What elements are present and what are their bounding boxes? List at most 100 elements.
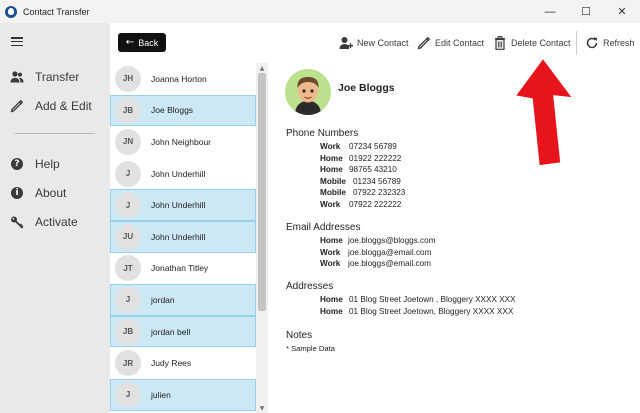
scroll-down-icon[interactable]: ▼ — [256, 403, 268, 413]
email-value: joe.blogga@email.com — [348, 247, 432, 257]
contact-row[interactable]: Jjulien — [110, 379, 256, 411]
notes-title: Notes — [286, 330, 313, 341]
phone-value: 01234 56789 — [353, 176, 401, 186]
contact-initials-avatar: JB — [115, 318, 141, 345]
sidebar-item-add-edit[interactable]: Add & Edit — [0, 93, 110, 119]
red-arrow-annotation — [513, 56, 575, 167]
avatar — [285, 69, 331, 115]
phone-value: 01922 222222 — [349, 153, 402, 163]
contact-row-name: julien — [151, 389, 171, 400]
sidebar-item-label: Add & Edit — [35, 99, 92, 113]
address-type: Home — [320, 295, 343, 304]
contact-row-name: jordan — [151, 294, 175, 305]
contact-row[interactable]: JB jordan bell — [110, 315, 256, 348]
back-button-label: Back — [138, 37, 159, 48]
contact-row-name: jordan bell — [151, 326, 191, 337]
contact-row-name: Joe Bloggs — [151, 105, 194, 116]
contact-initials-avatar: J — [115, 381, 141, 408]
phone-type: Home — [320, 165, 343, 174]
phone-value: 07922 222222 — [349, 199, 402, 209]
address-value: 01 Blog Street Joetown, Bloggery XXXX XX… — [349, 306, 514, 316]
email-type: Work — [320, 259, 341, 268]
new-contact-label: New Contact — [357, 38, 409, 48]
contact-row-name: John Neighbour — [151, 136, 212, 147]
contact-name: Joe Bloggs — [338, 82, 395, 94]
contact-row-name: Jonathan Titley — [151, 263, 209, 274]
addresses-title: Addresses — [286, 281, 334, 292]
contact-row[interactable]: JU John Underhill — [110, 221, 256, 253]
contact-row[interactable]: JB Joe Bloggs — [110, 94, 256, 127]
address-value: 01 Blog Street Joetown , Bloggery XXXX X… — [349, 295, 516, 304]
contact-initials-avatar: J — [115, 192, 141, 219]
email-type: Work — [320, 247, 341, 257]
minimize-button[interactable]: — — [532, 0, 568, 23]
refresh-button[interactable]: Refresh — [585, 33, 635, 53]
contact-initials-avatar: JT — [115, 255, 141, 282]
list-scrollbar[interactable]: ▲ ▼ — [256, 63, 268, 413]
contact-row-name: John Underhill — [151, 200, 206, 211]
contact-initials-avatar: J — [115, 160, 141, 187]
pencil-icon — [10, 99, 24, 113]
contact-initials-avatar: J — [115, 286, 141, 313]
email-type: Home — [320, 236, 343, 245]
refresh-icon — [585, 36, 599, 50]
new-contact-button[interactable]: New Contact — [339, 33, 409, 53]
sidebar-item-about[interactable]: i About — [0, 180, 110, 206]
phone-numbers-title: Phone Numbers — [286, 128, 359, 139]
sidebar-item-help[interactable]: ? Help — [0, 151, 110, 177]
maximize-button[interactable]: ☐ — [568, 0, 604, 23]
phone-type: Work — [320, 142, 341, 151]
sidebar-item-label: Activate — [35, 215, 78, 229]
contact-row[interactable]: JN John Neighbour — [110, 126, 256, 158]
info-icon: i — [10, 186, 24, 200]
contact-row-name: John Underhill — [151, 168, 206, 179]
sidebar-item-activate[interactable]: Activate — [0, 209, 110, 235]
delete-contact-button[interactable]: Delete Contact — [493, 33, 571, 53]
add-person-icon — [339, 36, 353, 50]
edit-contact-label: Edit Contact — [435, 38, 485, 48]
refresh-label: Refresh — [603, 38, 635, 48]
scrollbar-thumb[interactable] — [258, 73, 266, 311]
sidebar-item-label: Transfer — [35, 70, 80, 84]
address-type: Home — [320, 306, 343, 316]
contact-row[interactable]: J John Underhill — [110, 158, 256, 190]
contact-row[interactable]: JR Judy Rees — [110, 347, 256, 379]
contact-initials-avatar: JU — [115, 223, 141, 250]
window-controls: — ☐ ✕ — [532, 0, 640, 23]
phone-value: 07922 232323 — [353, 188, 406, 197]
question-icon: ? — [10, 157, 24, 171]
contact-initials-avatar: JB — [115, 97, 141, 124]
delete-contact-label: Delete Contact — [511, 38, 571, 48]
trash-icon — [493, 36, 507, 50]
contact-detail-panel: Joe Bloggs Phone Numbers Work 07234 56789… — [268, 63, 640, 413]
phone-value: 98765 43210 — [349, 165, 397, 174]
contact-row[interactable]: Jjordan — [110, 284, 256, 316]
email-value: joe.bloggs@email.com — [348, 259, 431, 268]
phone-type: Home — [320, 153, 343, 163]
contact-row-name: Judy Rees — [151, 358, 192, 369]
phone-type: Mobile — [320, 176, 346, 186]
phone-value: 07234 56789 — [349, 142, 397, 151]
contact-row[interactable]: JH Joanna Horton — [110, 63, 256, 95]
pencil-icon — [417, 36, 431, 50]
contact-list: Jjulien JR Judy Rees JB jordan bell Jjordan JT… — [110, 63, 268, 413]
notes-text: * Sample Data — [286, 344, 335, 353]
hamburger-menu-icon[interactable] — [11, 37, 23, 47]
sidebar: Transfer Add & Edit ? Help i About Activ… — [0, 23, 110, 413]
arrow-left-icon: ← — [125, 37, 135, 48]
phone-type: Mobile — [320, 188, 346, 197]
back-button[interactable]: ← Back — [118, 33, 166, 52]
contact-row-name: Joanna Horton — [151, 73, 207, 84]
edit-contact-button[interactable]: Edit Contact — [417, 33, 484, 53]
users-icon — [10, 70, 24, 84]
contact-initials-avatar: JH — [115, 65, 141, 92]
contact-row[interactable]: JT Jonathan Titley — [110, 253, 256, 285]
contact-row-name: John Underhill — [151, 231, 206, 242]
sidebar-item-transfer[interactable]: Transfer — [0, 64, 110, 90]
email-value: joe.bloggs@bloggs.com — [348, 236, 436, 245]
contact-initials-avatar: JR — [115, 350, 141, 377]
email-addresses-title: Email Addresses — [286, 222, 361, 233]
close-button[interactable]: ✕ — [604, 0, 640, 23]
contact-row[interactable]: J John Underhill — [110, 189, 256, 221]
scroll-up-icon[interactable]: ▲ — [256, 63, 268, 73]
